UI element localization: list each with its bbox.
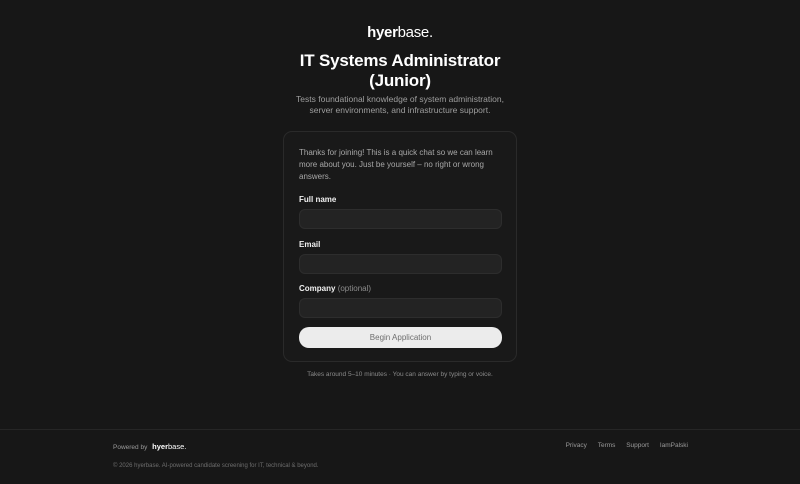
footer-link-privacy[interactable]: Privacy	[566, 442, 587, 449]
footer-link-terms[interactable]: Terms	[598, 442, 616, 449]
footer-divider	[0, 429, 800, 430]
footer-brand-logo[interactable]: hyerbase.	[152, 442, 186, 451]
brand-logo[interactable]: hyerbase.	[0, 24, 800, 41]
page-subtitle-line-1: Tests foundational knowledge of system a…	[296, 94, 504, 104]
footer-links: Privacy Terms Support IamPalski	[557, 442, 688, 449]
company-label-text: Company	[299, 284, 336, 293]
email-input[interactable]	[299, 254, 502, 274]
powered-by: Powered by hyerbase.	[113, 442, 186, 451]
page-title: IT Systems Administrator (Junior)	[0, 51, 800, 91]
copyright-text: © 2026 hyerbase. AI-powered candidate sc…	[113, 463, 319, 469]
full-name-input[interactable]	[299, 209, 502, 229]
brand-logo-light: base.	[397, 24, 434, 41]
footer-brand-bold: hyer	[152, 442, 168, 451]
company-input[interactable]	[299, 298, 502, 318]
company-optional-hint: (optional)	[337, 284, 372, 293]
page-title-line-1: IT Systems Administrator	[299, 51, 501, 70]
powered-by-label: Powered by	[113, 444, 148, 451]
intro-text: Thanks for joining! This is a quick chat…	[299, 148, 493, 181]
page-subtitle-line-2: server environments, and infrastructure …	[309, 105, 491, 115]
application-page: hyerbase. IT Systems Administrator (Juni…	[0, 0, 800, 484]
footer-link-support[interactable]: Support	[626, 442, 649, 449]
brand-logo-bold: hyer	[367, 24, 398, 41]
footer-brand-light: base.	[167, 442, 187, 451]
application-form-card: Thanks for joining! This is a quick chat…	[283, 131, 517, 362]
email-label: Email	[299, 240, 321, 249]
page-subtitle: Tests foundational knowledge of system a…	[0, 94, 800, 116]
full-name-label: Full name	[299, 195, 337, 204]
begin-application-button[interactable]: Begin Application	[299, 327, 502, 348]
company-label: Company (optional)	[299, 284, 371, 293]
duration-note: Takes around 5–10 minutes · You can answ…	[307, 371, 493, 378]
footer-link-language[interactable]: IamPalski	[660, 442, 688, 449]
page-title-line-2: (Junior)	[369, 71, 431, 90]
